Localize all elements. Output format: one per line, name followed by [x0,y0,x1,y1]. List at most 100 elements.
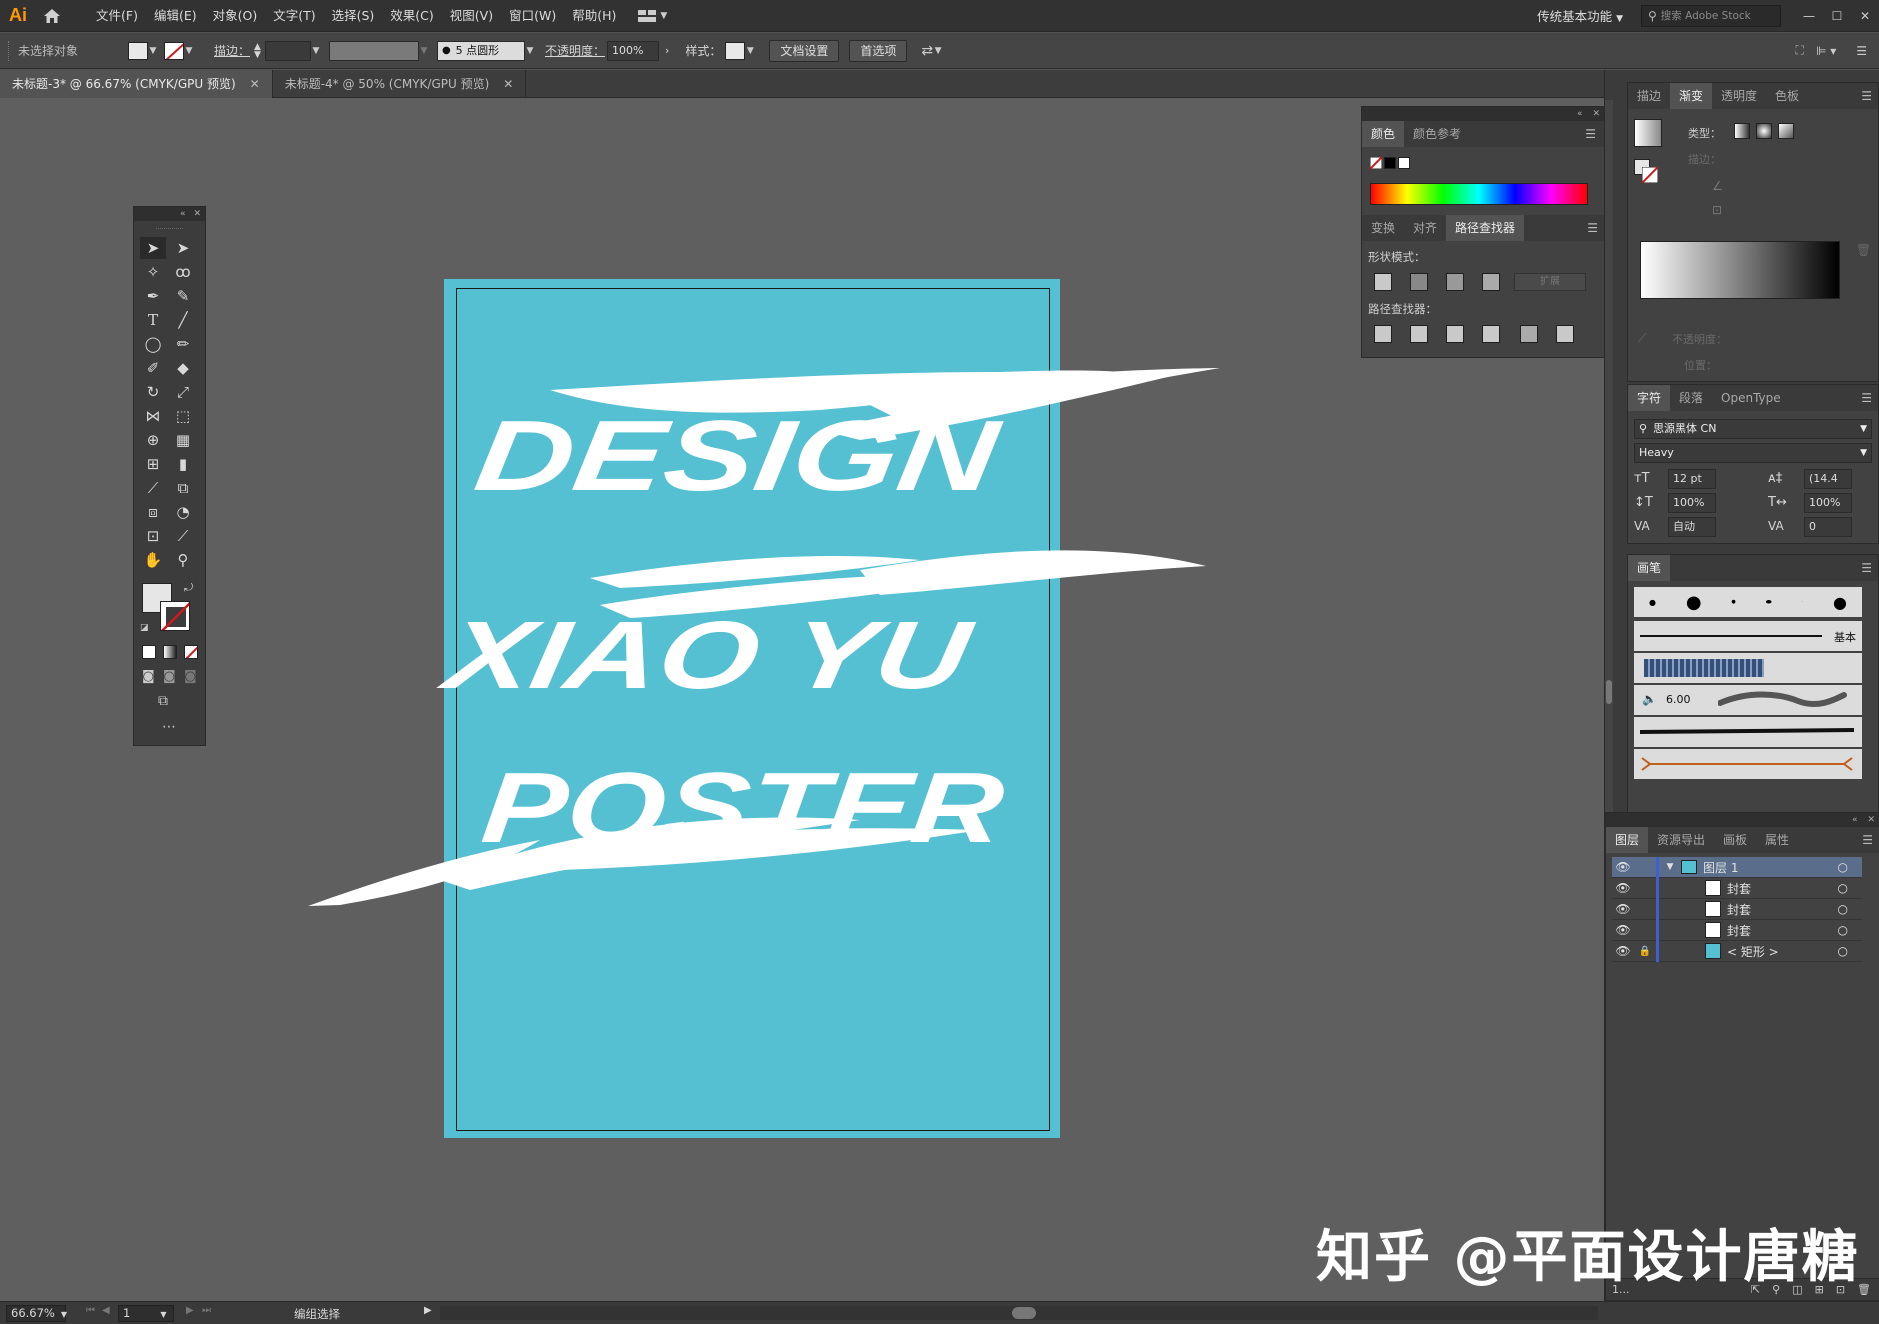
stroke-swatch[interactable] [164,41,184,60]
panel-menu-icon[interactable]: ☰ [1861,561,1878,575]
menu-help[interactable]: 帮助(H) [564,0,624,32]
default-colors-icon[interactable]: ◪ [140,623,149,633]
panel-menu-icon[interactable]: ☰ [1862,833,1879,847]
column-graph-tool-icon[interactable]: ◔ [170,501,196,523]
brush-pattern[interactable] [1634,653,1862,683]
brush-dot-small-icon[interactable]: ● [1649,598,1656,607]
intersect-icon[interactable] [1446,273,1464,291]
tab-document-3[interactable]: 未标题-3* @ 66.67% (CMYK/GPU 预览) ✕ [0,70,273,98]
brush-charcoal[interactable] [1634,717,1862,747]
color-spectrum-bar[interactable] [1370,183,1588,205]
close-window-button[interactable]: ✕ [1851,9,1879,23]
target-icon[interactable]: ○ [1838,923,1848,937]
brush-definition[interactable]: ● 5 点圆形 [436,40,525,61]
menu-select[interactable]: 选择(S) [324,0,383,32]
collapse-icon[interactable]: « [1852,815,1858,825]
dock-scroll-thumb[interactable] [1606,680,1612,704]
slice-tool-icon[interactable]: ⟋ [170,525,196,547]
profile-dropdown[interactable]: ▼ [419,46,429,56]
layer-name[interactable]: < 矩形 > [1727,943,1779,960]
trim-icon[interactable] [1410,325,1428,343]
minimize-button[interactable]: — [1795,9,1823,23]
delete-stop-icon[interactable]: 🗑 [1856,243,1871,257]
tracking-input[interactable]: 0 [1804,517,1852,537]
prev-artboard-icon[interactable]: ◀ [102,1305,110,1316]
align-dropdown[interactable]: ▼ [933,46,943,56]
tab-gradient[interactable]: 渐变 [1670,83,1713,109]
menu-edit[interactable]: 编辑(E) [146,0,205,32]
tab-stroke[interactable]: 描边 [1628,83,1670,109]
pen-tool-icon[interactable]: ✒ [140,285,166,307]
menu-window[interactable]: 窗口(W) [501,0,564,32]
blend-tool-icon[interactable]: ⧉ [170,477,196,499]
collapse-icon[interactable]: « [180,209,186,219]
screen-mode-icon[interactable]: ⧉ [158,693,168,709]
brush-calligraphic[interactable]: 🔈 6.00 [1634,685,1862,715]
workspace-switcher[interactable]: 传统基本功能 ▼ [1537,6,1623,25]
variable-width-profile[interactable] [328,40,419,61]
width-tool-icon[interactable]: ⋈ [140,405,166,427]
target-icon[interactable]: ○ [1838,902,1848,916]
scale-tool-icon[interactable]: ⤢ [170,381,196,403]
none-mode-icon[interactable] [184,645,198,659]
tab-transform[interactable]: 变换 [1362,215,1404,241]
vertical-scale-input[interactable]: 100% [1668,493,1716,513]
target-icon[interactable]: ○ [1838,944,1848,958]
artboard-number-select[interactable]: 1 ▼ [118,1305,174,1322]
tab-color-guide[interactable]: 颜色参考 [1404,121,1470,147]
scroll-thumb[interactable] [1012,1307,1036,1319]
brush-dot-oval-icon[interactable]: ⬬ [1766,598,1772,607]
font-style-select[interactable]: Heavy ▼ [1634,443,1872,463]
layer-row[interactable]: 👁 封套 ○ [1612,877,1862,899]
close-icon[interactable]: ✕ [250,70,260,98]
perspective-grid-tool-icon[interactable]: ▦ [170,429,196,451]
menu-view[interactable]: 视图(V) [442,0,501,32]
mesh-tool-icon[interactable]: ⊞ [140,453,166,475]
visibility-eye-icon[interactable]: 👁 [1612,881,1634,895]
menu-file[interactable]: 文件(F) [88,0,146,32]
paintbrush-tool-icon[interactable]: ✏ [170,333,196,355]
font-size-input[interactable]: 12 pt [1668,469,1716,489]
panel-menu-icon[interactable]: ☰ [1861,391,1878,405]
brush-dot-big-icon[interactable]: ● [1833,593,1847,612]
poster-line-1[interactable]: DESIGN [469,400,1008,511]
tab-color[interactable]: 颜色 [1362,121,1405,147]
leading-input[interactable]: (14.4 p [1804,469,1852,503]
first-artboard-icon[interactable]: ⏮ [86,1305,95,1316]
menu-object[interactable]: 对象(O) [205,0,266,32]
color-mini-swatches[interactable] [1370,157,1410,169]
close-icon[interactable]: ✕ [193,209,201,219]
target-icon[interactable]: ○ [1838,881,1848,895]
swap-colors-icon[interactable]: ⤾ [184,581,193,595]
brush-dot-row[interactable]: ● ● ● ⬬ · ● [1634,587,1862,617]
chevron-down-icon[interactable]: ▼ [1659,862,1681,872]
tab-artboards[interactable]: 画板 [1714,827,1756,853]
panel-menu-icon[interactable]: ☰ [1861,89,1878,103]
type-tool-icon[interactable]: T [140,309,166,331]
line-tool-icon[interactable]: ╱ [170,309,196,331]
freeform-gradient-button[interactable] [1778,123,1794,139]
brush-arrow[interactable] [1634,749,1862,779]
lasso-tool-icon[interactable]: ꝏ [170,261,196,283]
visibility-eye-icon[interactable]: 👁 [1612,902,1634,916]
align-icon[interactable]: ⇄ [921,43,933,59]
next-artboard-icon[interactable]: ▶ [186,1305,194,1316]
opacity-arrow[interactable]: › [665,44,669,57]
brush-dot-large-icon[interactable]: ● [1686,592,1702,613]
layer-name[interactable]: 图层 1 [1703,859,1738,876]
stroke-color-box[interactable] [160,601,190,631]
eyedropper-icon[interactable]: ⟋ [1638,331,1646,346]
tab-properties[interactable]: 属性 [1756,827,1798,853]
tab-brushes[interactable]: 画笔 [1628,555,1671,581]
merge-icon[interactable] [1446,325,1464,343]
fill-swatch[interactable] [128,41,148,60]
tab-asset-export[interactable]: 资源导出 [1648,827,1714,853]
style-swatch[interactable] [725,41,746,60]
poster-artwork[interactable]: DESIGN XIAO YU POSTER [300,360,1230,920]
minus-back-icon[interactable] [1556,325,1574,343]
horizontal-scale-input[interactable]: 100% [1804,493,1852,513]
home-icon[interactable] [36,0,68,32]
control-menu-icon[interactable]: ☰ [1856,44,1867,58]
tab-paragraph[interactable]: 段落 [1670,385,1712,411]
transform-icon[interactable]: ⛶ [1796,43,1804,58]
